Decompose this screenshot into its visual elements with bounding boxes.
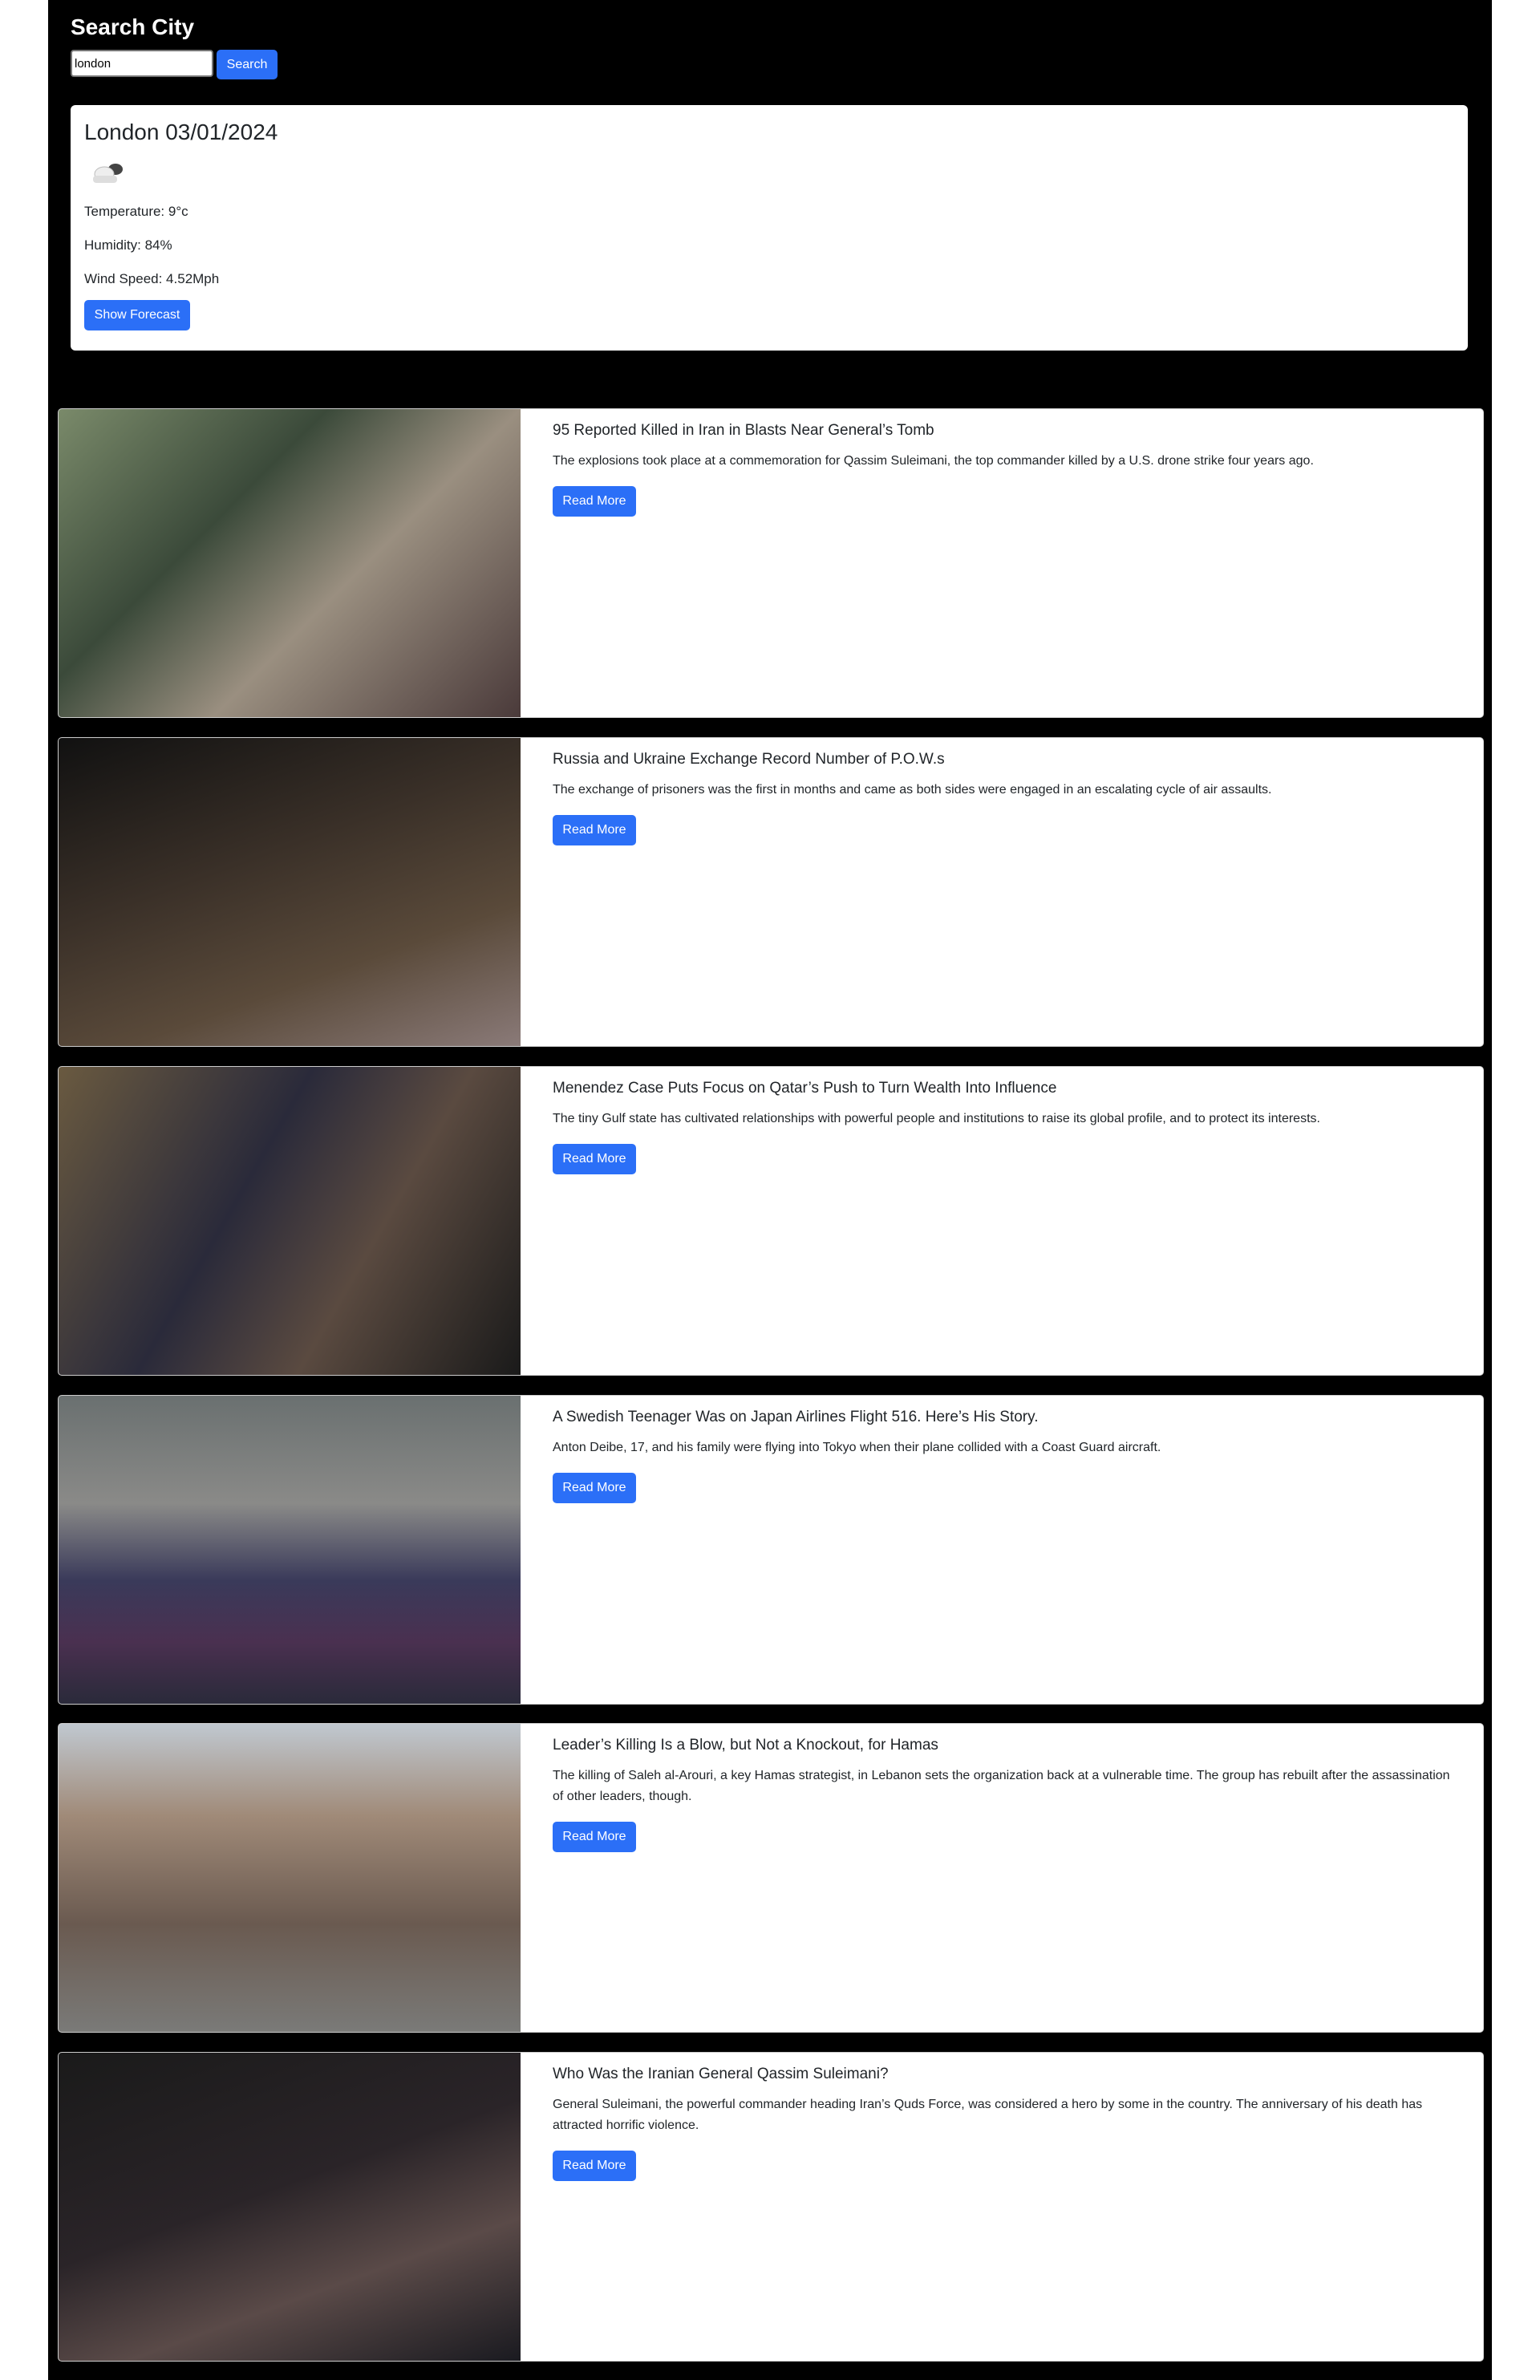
news-card: A Swedish Teenager Was on Japan Airlines… bbox=[58, 1395, 1484, 1705]
news-description: General Suleimani, the powerful commande… bbox=[553, 2098, 1423, 2132]
news-description: The exchange of prisoners was the first … bbox=[553, 783, 1272, 797]
news-title: Russia and Ukraine Exchange Record Numbe… bbox=[553, 751, 945, 768]
news-image bbox=[59, 409, 521, 717]
news-title: Who Was the Iranian General Qassim Sulei… bbox=[553, 2066, 889, 2082]
news-image bbox=[59, 2053, 521, 2361]
humidity-text: Humidity: 84% bbox=[84, 237, 172, 253]
news-image bbox=[59, 1396, 521, 1704]
news-image bbox=[59, 1724, 521, 2032]
news-title: 95 Reported Killed in Iran in Blasts Nea… bbox=[553, 422, 934, 439]
news-title: Leader’s Killing Is a Blow, but Not a Kn… bbox=[553, 1737, 938, 1754]
news-description: The killing of Saleh al-Arouri, a key Ha… bbox=[553, 1769, 1450, 1803]
news-title: Menendez Case Puts Focus on Qatar’s Push… bbox=[553, 1080, 1057, 1097]
page-title: Search City bbox=[71, 14, 195, 39]
search-button[interactable]: Search bbox=[217, 50, 278, 79]
news-image bbox=[59, 738, 521, 1046]
read-more-button[interactable]: Read More bbox=[553, 486, 636, 517]
temperature-text: Temperature: 9°c bbox=[84, 204, 188, 219]
read-more-button[interactable]: Read More bbox=[553, 1822, 636, 1852]
news-title: A Swedish Teenager Was on Japan Airlines… bbox=[553, 1409, 1039, 1425]
news-description: Anton Deibe, 17, and his family were fly… bbox=[553, 1441, 1161, 1454]
weather-card: London 03/01/2024 Temperature: 9°c Humid… bbox=[71, 105, 1468, 351]
wind-speed-text: Wind Speed: 4.52Mph bbox=[84, 271, 220, 286]
read-more-button[interactable]: Read More bbox=[553, 1473, 636, 1503]
news-description: The tiny Gulf state has cultivated relat… bbox=[553, 1112, 1320, 1125]
weather-heading: London 03/01/2024 bbox=[84, 120, 278, 144]
news-image bbox=[59, 1067, 521, 1375]
cloud-icon bbox=[93, 164, 123, 183]
show-forecast-button[interactable]: Show Forecast bbox=[84, 300, 190, 330]
city-search-input[interactable] bbox=[71, 50, 213, 77]
news-card: Who Was the Iranian General Qassim Sulei… bbox=[58, 2052, 1484, 2362]
news-card: Leader’s Killing Is a Blow, but Not a Kn… bbox=[58, 1723, 1484, 2033]
read-more-button[interactable]: Read More bbox=[553, 2151, 636, 2181]
news-card: Menendez Case Puts Focus on Qatar’s Push… bbox=[58, 1066, 1484, 1376]
news-card: 95 Reported Killed in Iran in Blasts Nea… bbox=[58, 408, 1484, 718]
news-card: Russia and Ukraine Exchange Record Numbe… bbox=[58, 737, 1484, 1047]
app-container: Search City Search London 03/01/2024 Tem… bbox=[48, 0, 1492, 2380]
read-more-button[interactable]: Read More bbox=[553, 815, 636, 845]
news-description: The explosions took place at a commemora… bbox=[553, 454, 1314, 468]
read-more-button[interactable]: Read More bbox=[553, 1144, 636, 1174]
